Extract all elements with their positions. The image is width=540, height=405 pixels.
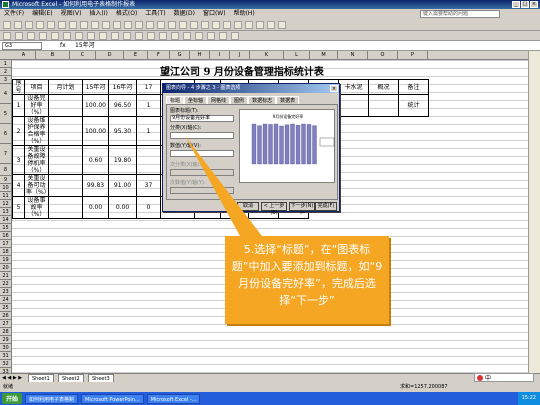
ime-toolbar[interactable]: 中 bbox=[474, 373, 534, 382]
status-sum: 求和=1257.200087 bbox=[400, 384, 448, 390]
taskbar-item[interactable]: 如何利用电子表格制 bbox=[25, 393, 79, 404]
taskbar: 开始 如何利用电子表格制 Microsoft PowerPoin... Micros… bbox=[0, 392, 540, 405]
taskbar-item[interactable]: Microsoft Excel -... bbox=[146, 393, 201, 404]
sheet-tab-bar: ◀ ◀ ▶ ▶ Sheet1 Sheet2 Sheet3 bbox=[0, 373, 540, 383]
start-button[interactable]: 开始 bbox=[2, 393, 23, 404]
callout-pointer bbox=[185, 136, 262, 236]
status-bar: 就绪 求和=1257.200087 bbox=[0, 382, 540, 392]
ime-logo-icon bbox=[477, 374, 483, 381]
status-text: 就绪 bbox=[3, 384, 14, 390]
taskbar-clock: 15:22 bbox=[517, 392, 540, 405]
taskbar-item[interactable]: Microsoft PowerPoin... bbox=[81, 393, 144, 404]
